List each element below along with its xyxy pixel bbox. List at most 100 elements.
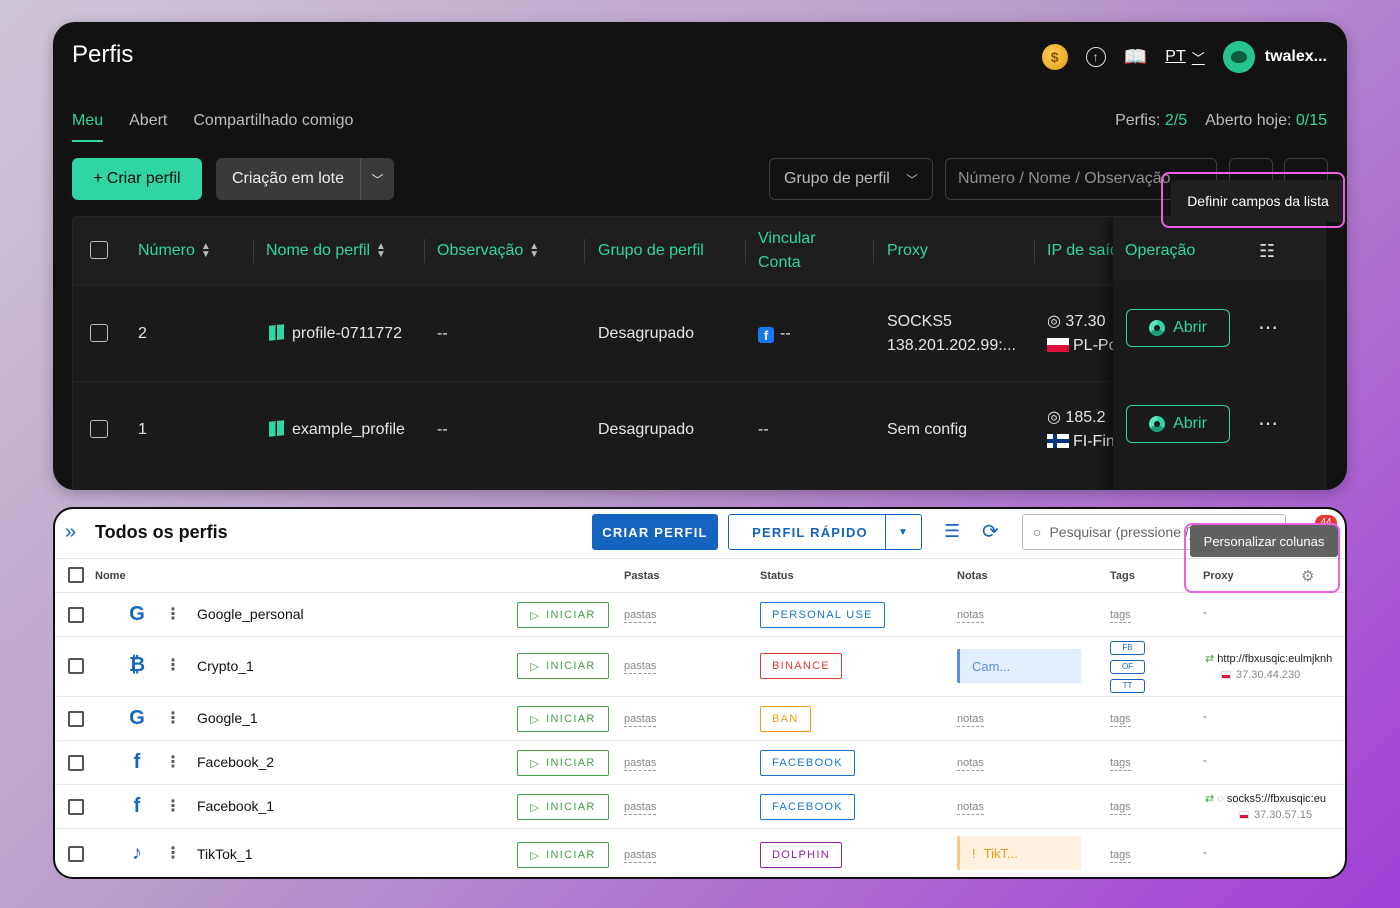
proxy-url[interactable]: ⇄ http://fbxusqic:eulmjknh — [1205, 652, 1332, 665]
kebab-menu-icon[interactable]: ⋮ — [165, 604, 181, 624]
column-folders[interactable]: Pastas — [624, 570, 659, 582]
profile-name[interactable]: Facebook_2 — [197, 754, 274, 770]
double-chevron-right-icon[interactable]: » — [65, 521, 76, 544]
column-exit-ip[interactable]: IP de saída — [1047, 217, 1113, 285]
table-row[interactable]: f ⋮ Facebook_1 ▷ INICIAR pastas FACEBOOK … — [55, 785, 1345, 829]
notes-link[interactable]: notas — [957, 801, 984, 815]
status-badge[interactable]: BINANCE — [760, 653, 842, 679]
column-number[interactable]: Número ▲ ▼ — [138, 217, 211, 285]
row-checkbox[interactable] — [68, 846, 84, 862]
user-menu[interactable]: twalex... — [1222, 41, 1327, 73]
tab-shared[interactable]: Compartilhado comigo — [193, 112, 353, 142]
column-linked-account[interactable]: Vincular Conta — [758, 217, 816, 285]
row-checkbox[interactable] — [68, 607, 84, 623]
column-note[interactable]: Observação ▲ ▼ — [437, 217, 539, 285]
profile-name[interactable]: Facebook_1 — [197, 798, 274, 814]
open-profile-button[interactable]: Abrir — [1126, 405, 1230, 443]
row-checkbox[interactable] — [68, 755, 84, 771]
start-button[interactable]: ▷ INICIAR — [517, 602, 609, 628]
profile-name[interactable]: Google_personal — [197, 606, 304, 622]
table-row[interactable]: f ⋮ Facebook_2 ▷ INICIAR pastas FACEBOOK … — [55, 741, 1345, 785]
start-button[interactable]: ▷ INICIAR — [517, 842, 609, 868]
list-fields-icon[interactable]: ☷ — [1259, 239, 1275, 263]
tags-link[interactable]: tags — [1110, 849, 1131, 863]
kebab-menu-icon[interactable]: ⋮ — [165, 843, 181, 863]
upload-icon[interactable]: ↑ — [1085, 47, 1106, 67]
tags-link[interactable]: tags — [1110, 757, 1131, 771]
status-badge[interactable]: FACEBOOK — [760, 794, 855, 820]
row-checkbox[interactable] — [90, 324, 108, 342]
select-all-checkbox[interactable] — [68, 567, 84, 583]
table-row[interactable]: G ⋮ Google_1 ▷ INICIAR pastas BAN notas t… — [55, 697, 1345, 741]
column-name[interactable]: Nome — [95, 570, 126, 582]
folders-link[interactable]: pastas — [624, 660, 657, 674]
note-box[interactable]: Cam... — [957, 649, 1081, 683]
filter-icon[interactable]: ☰ — [944, 521, 960, 542]
note-box[interactable]: ! TikT... — [957, 836, 1081, 870]
notes-link[interactable]: notas — [957, 713, 984, 727]
column-tags[interactable]: Tags — [1110, 570, 1135, 582]
notes-link[interactable]: notas — [957, 757, 984, 771]
open-profile-button[interactable]: Abrir — [1126, 309, 1230, 347]
folders-link[interactable]: pastas — [624, 801, 657, 815]
proxy-url[interactable]: ⇄ ◌ socks5://fbxusqic:eu — [1205, 792, 1326, 805]
folders-link[interactable]: pastas — [624, 609, 657, 623]
profile-name[interactable]: example_profile — [269, 418, 405, 442]
start-button[interactable]: ▷ INICIAR — [517, 750, 609, 776]
tags-link[interactable]: tags — [1110, 609, 1131, 623]
start-button[interactable]: ▷ INICIAR — [517, 794, 609, 820]
create-profile-button[interactable]: CRIAR PERFIL — [592, 514, 718, 550]
chevron-down-icon[interactable]: ﹀ — [360, 158, 394, 200]
profile-group-select[interactable]: Grupo de perfil ﹀ — [769, 158, 933, 200]
book-icon[interactable]: 📖 — [1124, 45, 1148, 69]
tag-chip[interactable]: OF — [1110, 660, 1145, 674]
status-badge[interactable]: PERSONAL USE — [760, 602, 885, 628]
tab-mine[interactable]: Meu — [72, 112, 104, 142]
start-button[interactable]: ▷ INICIAR — [517, 706, 609, 732]
folders-link[interactable]: pastas — [624, 757, 657, 771]
create-profile-button[interactable]: + Criar perfil — [72, 158, 202, 200]
kebab-menu-icon[interactable]: ⋮ — [165, 752, 181, 772]
row-checkbox[interactable] — [68, 711, 84, 727]
column-group[interactable]: Grupo de perfil — [598, 217, 704, 285]
column-proxy[interactable]: Proxy — [887, 217, 928, 285]
tag-chip[interactable]: TT — [1110, 679, 1145, 693]
kebab-menu-icon[interactable]: ⋮ — [165, 796, 181, 816]
row-checkbox[interactable] — [68, 799, 84, 815]
language-selector[interactable]: PT ﹀ — [1165, 48, 1204, 67]
row-checkbox[interactable] — [90, 420, 108, 438]
notes-link[interactable]: notas — [957, 609, 984, 623]
more-actions-icon[interactable]: ⋯ — [1258, 411, 1280, 436]
folders-link[interactable]: pastas — [624, 849, 657, 863]
tab-open[interactable]: Abert — [129, 112, 167, 142]
column-notes[interactable]: Notas — [957, 570, 988, 582]
status-badge[interactable]: FACEBOOK — [760, 750, 855, 776]
table-row[interactable]: ₿ ⋮ Crypto_1 ▷ INICIAR pastas BINANCE Cam… — [55, 637, 1345, 697]
coin-icon[interactable]: $ — [1041, 44, 1068, 70]
profile-name[interactable]: Crypto_1 — [197, 658, 254, 674]
batch-create-button[interactable]: Criação em lote ﹀ — [216, 158, 394, 200]
tag-chip[interactable]: FB — [1110, 641, 1145, 655]
status-badge[interactable]: BAN — [760, 706, 811, 732]
caret-down-icon[interactable]: ▼ — [886, 527, 921, 538]
gear-icon[interactable]: ⚙ — [1301, 567, 1314, 585]
profile-name[interactable]: profile-0711772 — [269, 322, 402, 346]
row-checkbox[interactable] — [68, 658, 84, 674]
start-button[interactable]: ▷ INICIAR — [517, 653, 609, 679]
quick-profile-button[interactable]: PERFIL RÁPIDO ▼ — [728, 514, 922, 550]
profile-name[interactable]: Google_1 — [197, 710, 258, 726]
column-proxy[interactable]: Proxy — [1203, 570, 1234, 582]
status-badge[interactable]: DOLPHIN — [760, 842, 842, 868]
table-row[interactable]: G ⋮ Google_personal ▷ INICIAR pastas PERS… — [55, 593, 1345, 637]
kebab-menu-icon[interactable]: ⋮ — [165, 655, 181, 675]
refresh-icon[interactable]: ⟳ — [982, 519, 999, 544]
tags-link[interactable]: tags — [1110, 801, 1131, 815]
kebab-menu-icon[interactable]: ⋮ — [165, 708, 181, 728]
tags-link[interactable]: tags — [1110, 713, 1131, 727]
select-all-checkbox[interactable] — [90, 241, 108, 259]
profile-name[interactable]: TikTok_1 — [197, 846, 253, 862]
table-row[interactable]: ♪ ⋮ TikTok_1 ▷ INICIAR pastas DOLPHIN ! T… — [55, 829, 1345, 877]
column-status[interactable]: Status — [760, 570, 794, 582]
more-actions-icon[interactable]: ⋯ — [1258, 315, 1280, 340]
column-profile-name[interactable]: Nome do perfil ▲ ▼ — [266, 217, 386, 285]
